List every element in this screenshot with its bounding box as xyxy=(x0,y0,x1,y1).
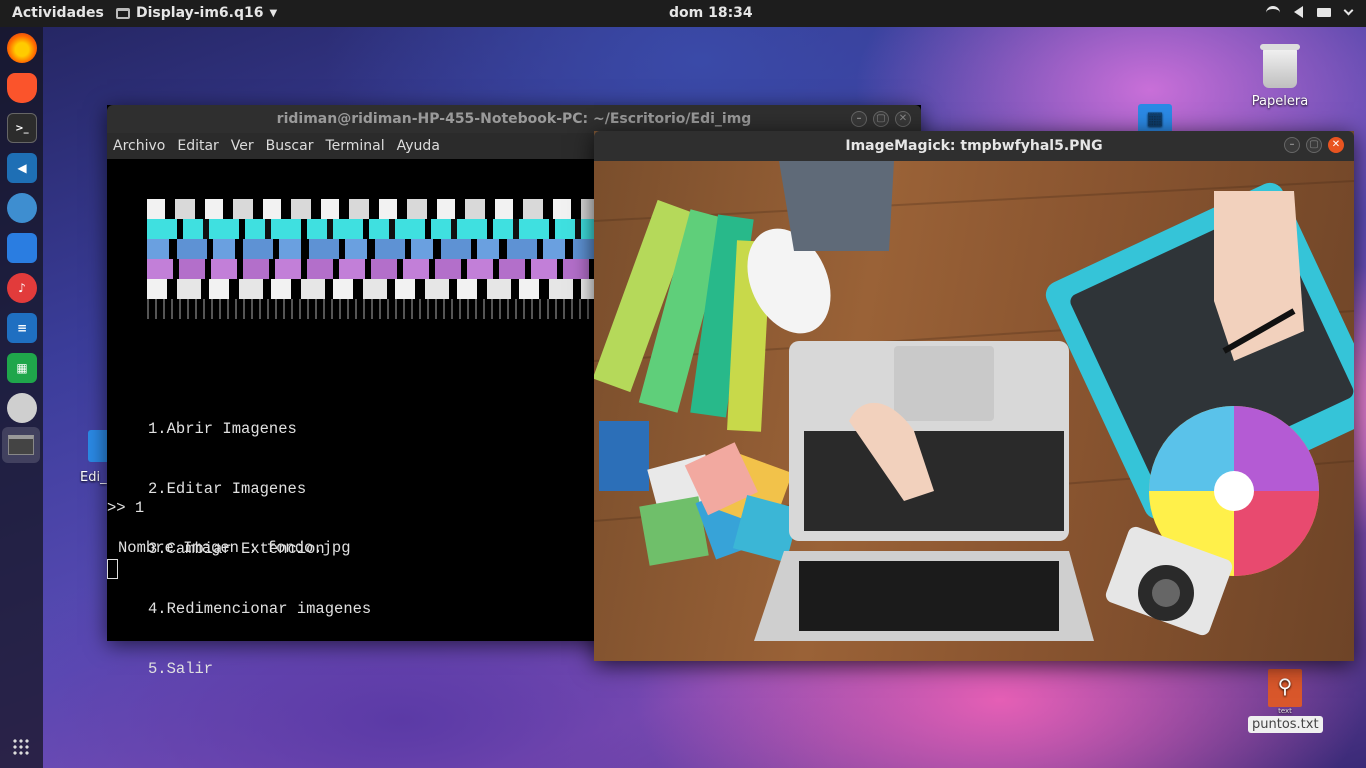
film-icon: ▦ xyxy=(1138,104,1172,134)
option-5: 5.Salir xyxy=(148,660,214,678)
banner-row-pink xyxy=(147,259,597,279)
chevron-down-icon xyxy=(1343,5,1354,15)
menu-ver[interactable]: Ver xyxy=(231,138,254,154)
menu-terminal[interactable]: Terminal xyxy=(325,138,384,154)
window-icon xyxy=(116,7,130,19)
terminal-titlebar[interactable]: ridiman@ridiman-HP-455-Notebook-PC: ~/Es… xyxy=(107,105,921,133)
active-app-display-icon[interactable] xyxy=(2,427,40,463)
video-desktop-icon[interactable]: ▦ xyxy=(1138,104,1172,134)
vscode-icon[interactable]: ◀ xyxy=(7,153,37,183)
show-applications-icon[interactable] xyxy=(12,738,30,756)
dock: >_ ◀ ♪ ≡ ▦ xyxy=(0,27,43,768)
terminal-launcher-icon[interactable]: >_ xyxy=(7,113,37,143)
system-tray[interactable] xyxy=(1266,5,1354,18)
close-button[interactable]: ✕ xyxy=(1328,137,1344,153)
maximize-button[interactable]: ▢ xyxy=(873,111,889,127)
imagemagick-titlebar[interactable]: ImageMagick: tmpbwfyhal5.PNG – ▢ ✕ xyxy=(594,131,1354,161)
text-cursor xyxy=(107,559,118,579)
file-label[interactable]: puntos.txt xyxy=(1248,716,1323,733)
folder-label: Edi_ xyxy=(80,470,107,485)
displayed-image[interactable] xyxy=(594,161,1354,661)
firefox-icon[interactable] xyxy=(7,33,37,63)
menu-archivo[interactable]: Archivo xyxy=(113,138,165,154)
menu-ayuda[interactable]: Ayuda xyxy=(397,138,440,154)
banner-row-shadow xyxy=(147,299,597,319)
volume-icon xyxy=(1294,6,1303,18)
banner-row-cyan xyxy=(147,219,597,239)
rhythmbox-icon[interactable]: ♪ xyxy=(7,273,37,303)
imagemagick-window[interactable]: ImageMagick: tmpbwfyhal5.PNG – ▢ ✕ xyxy=(594,131,1354,661)
folder-desktop-icon[interactable]: Edi_ xyxy=(80,430,110,485)
activities-button[interactable]: Actividades xyxy=(12,5,104,21)
dropdown-arrow-icon: ▼ xyxy=(269,7,278,19)
trash-label: Papelera xyxy=(1251,94,1309,109)
minimize-button[interactable]: – xyxy=(851,111,867,127)
menu-editar[interactable]: Editar xyxy=(177,138,218,154)
writer-icon[interactable]: ≡ xyxy=(7,313,37,343)
banner-row-blue xyxy=(147,239,597,259)
app-menu-label: Display-im6.q16 xyxy=(136,5,264,21)
menu-buscar[interactable]: Buscar xyxy=(266,138,314,154)
banner-row-white-2 xyxy=(147,279,597,299)
top-bar: Actividades Display-im6.q16 ▼ dom 18:34 xyxy=(0,0,1366,27)
files-icon[interactable] xyxy=(7,233,37,263)
terminal-title: ridiman@ridiman-HP-455-Notebook-PC: ~/Es… xyxy=(276,111,752,127)
option-2: 2.Editar Imagenes xyxy=(148,480,307,498)
disk-icon[interactable] xyxy=(7,393,37,423)
text-file-desktop-icon[interactable]: ⚲ text xyxy=(1268,669,1302,715)
close-button[interactable]: ✕ xyxy=(895,111,911,127)
minimize-button[interactable]: – xyxy=(1284,137,1300,153)
wifi-icon xyxy=(1266,6,1280,18)
trash-icon xyxy=(1260,44,1300,88)
desk-photo-illustration xyxy=(594,161,1354,641)
trash-desktop-icon[interactable]: Papelera xyxy=(1244,44,1316,109)
ascii-banner xyxy=(147,199,607,319)
brave-browser-icon[interactable] xyxy=(7,73,37,103)
paperclip-icon: ⚲ xyxy=(1268,669,1302,707)
nombre-imagen-line: Nombre Imagen : fondo.jpg xyxy=(118,539,351,557)
app-menu[interactable]: Display-im6.q16 ▼ xyxy=(116,5,277,21)
file-type-badge: text xyxy=(1278,707,1292,715)
option-1: 1.Abrir Imagenes xyxy=(148,420,297,438)
banner-row-white xyxy=(147,199,597,219)
thunderbird-icon[interactable] xyxy=(7,193,37,223)
battery-icon xyxy=(1317,7,1331,17)
option-4: 4.Redimencionar imagenes xyxy=(148,600,372,618)
clock[interactable]: dom 18:34 xyxy=(669,5,753,21)
prompt-line: >> 1 xyxy=(107,499,145,517)
imagemagick-title: ImageMagick: tmpbwfyhal5.PNG xyxy=(845,138,1103,154)
calc-icon[interactable]: ▦ xyxy=(7,353,37,383)
maximize-button[interactable]: ▢ xyxy=(1306,137,1322,153)
